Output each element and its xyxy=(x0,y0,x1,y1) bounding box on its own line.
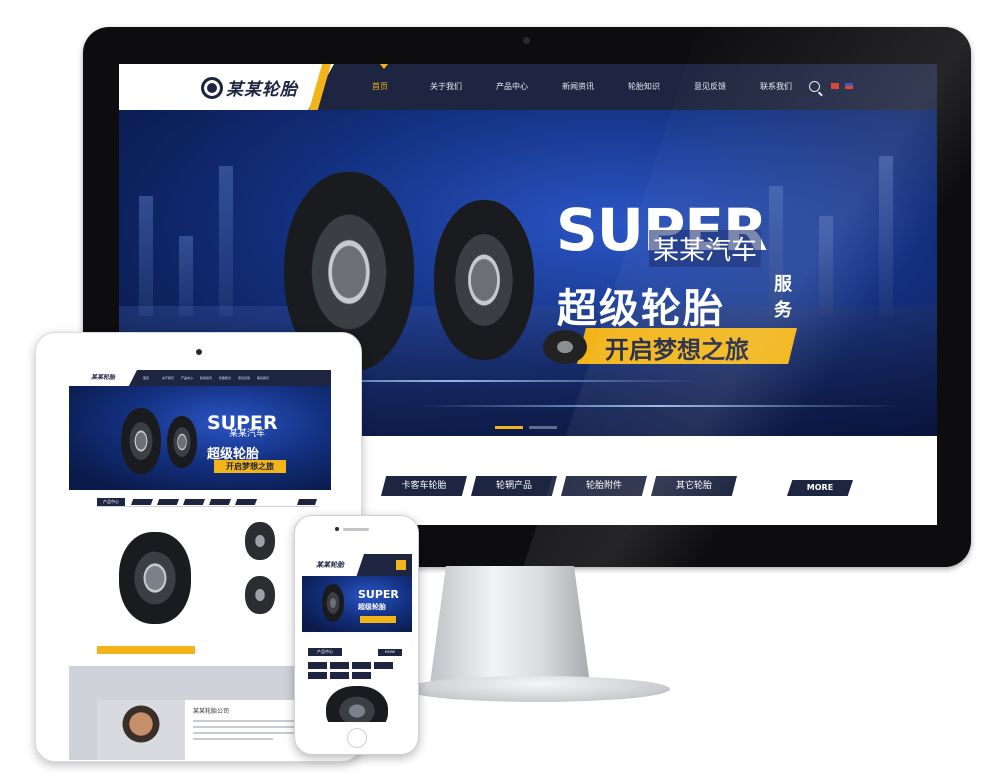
slider-dots xyxy=(495,426,557,429)
nav-item[interactable]: 意见反馈 xyxy=(238,370,252,386)
camera-icon xyxy=(196,349,202,355)
speaker-icon xyxy=(343,528,369,531)
logo-text: 某某轮胎 xyxy=(226,80,298,100)
nav-item[interactable]: 联系我们 xyxy=(257,370,271,386)
nav-item-home[interactable]: 首页 xyxy=(347,64,413,110)
tablet-header: 某某轮胎 首页 关于我们 产品中心 新闻资讯 轮胎知识 意见反馈 联系我们 xyxy=(69,370,331,386)
search-icon[interactable] xyxy=(809,81,820,92)
main-nav: 首页 关于我们 产品中心 新闻资讯 轮胎知识 意见反馈 联系我们 xyxy=(347,64,809,110)
text-line xyxy=(193,732,303,734)
tablet-hero-banner: SUPER 某某汽车 超级轮胎 开启梦想之旅 xyxy=(69,386,331,490)
home-button[interactable] xyxy=(347,728,367,748)
category-tab[interactable] xyxy=(209,499,231,505)
product-image[interactable] xyxy=(119,532,191,624)
wheel-icon xyxy=(201,76,223,99)
product-thumb[interactable] xyxy=(245,522,275,560)
device-mockup-stage: 某某轮胎 首页 关于我们 产品中心 新闻资讯 轮胎知识 意见反馈 联系我们 某某… xyxy=(0,0,1000,782)
category-tab[interactable]: 其它轮胎 xyxy=(651,476,737,496)
category-tab[interactable] xyxy=(374,662,393,669)
product-image[interactable] xyxy=(326,686,388,722)
banner-line1: 某某汽车 xyxy=(649,230,762,267)
tire-image xyxy=(121,408,161,474)
more-button[interactable]: MORE xyxy=(787,480,853,496)
product-thumb[interactable] xyxy=(245,576,275,614)
phone-screen: 某某轮胎 SUPER 超级轮胎 产品中心 MORE xyxy=(302,554,412,722)
tire-icon xyxy=(543,330,587,364)
nav-item[interactable]: 关于我们 xyxy=(162,370,176,386)
banner-line1: 某某汽车 xyxy=(229,429,266,439)
category-tab[interactable] xyxy=(308,662,327,669)
skyline-building xyxy=(179,236,193,316)
product-caption-bar xyxy=(97,646,195,654)
slider-dot[interactable] xyxy=(495,426,523,429)
phone-hero-banner: SUPER 超级轮胎 xyxy=(302,576,412,632)
banner-cta[interactable] xyxy=(360,616,396,623)
tire-image xyxy=(434,200,534,360)
banner-headline: SUPER xyxy=(358,588,399,601)
site-header: 某某轮胎 首页 关于我们 产品中心 新闻资讯 轮胎知识 意见反馈 联系我们 xyxy=(119,64,937,110)
tablet-logo[interactable]: 某某轮胎 xyxy=(69,370,137,386)
nav-item-about[interactable]: 关于我们 xyxy=(413,64,479,110)
banner-cta[interactable]: 开启梦想之旅 xyxy=(605,330,749,365)
monitor-stand xyxy=(430,566,590,684)
tablet-screen: 某某轮胎 首页 关于我们 产品中心 新闻资讯 轮胎知识 意见反馈 联系我们 SU… xyxy=(69,370,331,760)
banner-line2-side: 服务 xyxy=(774,274,792,321)
more-button[interactable] xyxy=(297,499,317,505)
skyline-building xyxy=(219,166,233,316)
site-logo[interactable]: 某某轮胎 xyxy=(201,75,298,100)
skyline-building xyxy=(819,216,833,316)
camera-icon xyxy=(335,527,339,531)
section-title: 产品中心 xyxy=(308,648,342,656)
nav-item-news[interactable]: 新闻资讯 xyxy=(545,64,611,110)
tablet-nav: 首页 关于我们 产品中心 新闻资讯 轮胎知识 意见反馈 联系我们 xyxy=(143,370,271,386)
person-photo xyxy=(97,700,185,760)
nav-item-tire-knowledge[interactable]: 轮胎知识 xyxy=(611,64,677,110)
category-tab[interactable]: 轮胎附件 xyxy=(561,476,647,496)
nav-item[interactable]: 轮胎知识 xyxy=(219,370,233,386)
phone-device: 某某轮胎 SUPER 超级轮胎 产品中心 MORE xyxy=(294,515,419,755)
light-streak xyxy=(419,405,899,407)
category-tab[interactable] xyxy=(131,499,153,505)
tire-image xyxy=(322,584,344,622)
nav-item-feedback[interactable]: 意见反馈 xyxy=(677,64,743,110)
more-button[interactable]: MORE xyxy=(378,649,402,656)
nav-item[interactable]: 首页 xyxy=(143,370,157,386)
phone-logo[interactable]: 某某轮胎 xyxy=(302,554,364,576)
category-tab[interactable] xyxy=(235,499,257,505)
category-tab[interactable] xyxy=(330,672,349,679)
slider-dot[interactable] xyxy=(529,426,557,429)
phone-header: 某某轮胎 xyxy=(302,554,412,576)
divider xyxy=(97,506,319,507)
banner-cta[interactable]: 开启梦想之旅 xyxy=(214,460,286,473)
chinese-flag-icon[interactable] xyxy=(831,83,839,89)
nav-item[interactable]: 新闻资讯 xyxy=(200,370,214,386)
nav-item-contact[interactable]: 联系我们 xyxy=(743,64,809,110)
text-line xyxy=(193,738,273,740)
category-tab[interactable] xyxy=(157,499,179,505)
category-tab[interactable]: 轮辋产品 xyxy=(471,476,557,496)
english-flag-icon[interactable] xyxy=(845,83,853,89)
nav-item-products[interactable]: 产品中心 xyxy=(479,64,545,110)
camera-icon xyxy=(523,37,530,44)
category-tab[interactable] xyxy=(352,672,371,679)
category-tab[interactable] xyxy=(183,499,205,505)
monitor-base xyxy=(405,676,670,702)
section-title: 产品中心 xyxy=(97,498,125,506)
tire-image xyxy=(167,416,197,468)
category-tab[interactable] xyxy=(308,672,327,679)
category-tab[interactable] xyxy=(330,662,349,669)
category-tab[interactable]: 卡客车轮胎 xyxy=(381,476,467,496)
banner-line2: 超级轮胎 xyxy=(557,286,725,332)
nav-item[interactable]: 产品中心 xyxy=(181,370,195,386)
menu-icon[interactable] xyxy=(396,560,406,570)
banner-line2: 超级轮胎 xyxy=(358,603,386,611)
about-title[interactable]: 某某轮胎公司 xyxy=(193,706,229,715)
skyline-building xyxy=(879,156,893,316)
category-tab[interactable] xyxy=(352,662,371,669)
skyline-building xyxy=(139,196,153,316)
